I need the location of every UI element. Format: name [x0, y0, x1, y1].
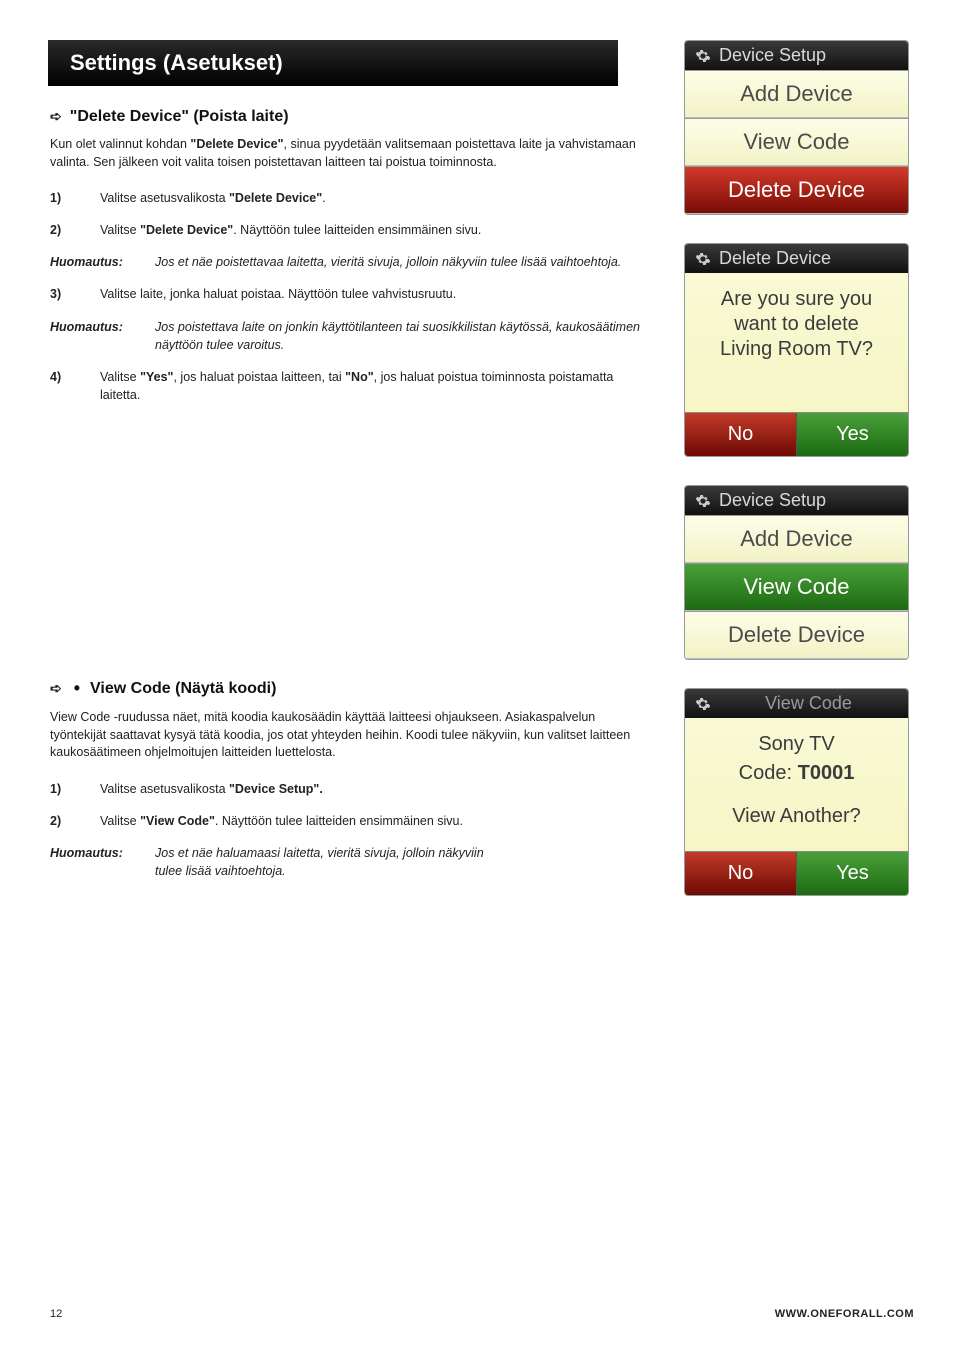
no-button[interactable]: No — [685, 413, 797, 456]
step-text: Valitse asetusvalikosta "Delete Device". — [100, 189, 644, 207]
section-title-delete-device: "Delete Device" (Poista laite) — [50, 108, 644, 126]
sim-header: Delete Device — [685, 244, 908, 273]
yes-button[interactable]: Yes — [797, 852, 908, 895]
menu-item-delete-device[interactable]: Delete Device — [685, 611, 908, 659]
left-column: Settings (Asetukset) "Delete Device" (Po… — [50, 40, 644, 924]
sim-delete-confirm: Delete Device Are you sure you want to d… — [684, 243, 909, 457]
intro-paragraph-2: View Code -ruudussa näet, mitä koodia ka… — [50, 709, 644, 762]
view-code-buttons: No Yes — [685, 851, 908, 895]
step-text: Valitse "View Code". Näyttöön tulee lait… — [100, 812, 644, 830]
yes-button[interactable]: Yes — [797, 413, 908, 456]
sim-view-code: View Code Sony TV Code: T0001 View Anoth… — [684, 688, 909, 896]
sim-header-text: Device Setup — [719, 45, 826, 66]
note-3: Huomautus: Jos et näe haluamaasi laitett… — [50, 844, 644, 880]
page-title: Settings (Asetukset) — [48, 40, 618, 86]
right-column: Device Setup Add Device View Code Delete… — [684, 40, 914, 924]
sim-header: Device Setup — [685, 486, 908, 515]
gear-icon — [695, 251, 711, 267]
intro-paragraph: Kun olet valinnut kohdan "Delete Device"… — [50, 136, 644, 171]
code-body: Sony TV Code: T0001 View Another? — [685, 718, 908, 851]
code-value: T0001 — [798, 762, 855, 784]
note-label: Huomautus: — [50, 318, 155, 354]
note-2: Huomautus: Jos poistettava laite on jonk… — [50, 318, 644, 354]
code-label: Code: — [739, 762, 792, 784]
step-2: 2) Valitse "Delete Device". Näyttöön tul… — [50, 221, 644, 239]
menu-item-add-device[interactable]: Add Device — [685, 70, 908, 118]
step-number: 1) — [50, 780, 100, 798]
step-text: Valitse "Yes", jos haluat poistaa laitte… — [100, 368, 644, 404]
bullet-icon — [70, 678, 82, 699]
gear-icon — [695, 493, 711, 509]
step-3: 3) Valitse laite, jonka haluat poistaa. … — [50, 285, 644, 303]
confirm-text: Are you sure you want to delete Living R… — [685, 273, 908, 412]
note-text: Jos et näe haluamaasi laitetta, vieritä … — [155, 844, 495, 880]
gear-icon — [695, 696, 711, 712]
note-text: Jos poistettava laite on jonkin käyttöti… — [155, 318, 644, 354]
step-number: 2) — [50, 221, 100, 239]
note-text: Jos et näe poistettavaa laitetta, vierit… — [155, 253, 644, 271]
section-title-view-code: View Code (Näytä koodi) — [50, 678, 644, 699]
step-number: 2) — [50, 812, 100, 830]
step-2b: 2) Valitse "View Code". Näyttöön tulee l… — [50, 812, 644, 830]
page-number: 12 — [50, 1308, 62, 1320]
sim-header-text: View Code — [719, 693, 898, 714]
sim-header-text: Delete Device — [719, 248, 831, 269]
footer-url: WWW.ONEFORALL.COM — [775, 1308, 914, 1320]
note-label: Huomautus: — [50, 844, 155, 880]
step-text: Valitse laite, jonka haluat poistaa. Näy… — [100, 285, 644, 303]
note-1: Huomautus: Jos et näe poistettavaa laite… — [50, 253, 644, 271]
menu-item-delete-device[interactable]: Delete Device — [685, 166, 908, 214]
step-number: 1) — [50, 189, 100, 207]
section-title-text: "Delete Device" (Poista laite) — [70, 108, 289, 126]
device-name: Sony TV — [695, 732, 898, 757]
no-button[interactable]: No — [685, 852, 797, 895]
view-another-text: View Another? — [695, 804, 898, 829]
sim-header: Device Setup — [685, 41, 908, 70]
note-label: Huomautus: — [50, 253, 155, 271]
arrow-icon — [50, 680, 62, 698]
step-number: 4) — [50, 368, 100, 386]
step-text: Valitse "Delete Device". Näyttöön tulee … — [100, 221, 644, 239]
step-text: Valitse asetusvalikosta "Device Setup". — [100, 780, 644, 798]
menu-item-view-code[interactable]: View Code — [685, 118, 908, 166]
menu-item-add-device[interactable]: Add Device — [685, 515, 908, 563]
step-1: 1) Valitse asetusvalikosta "Delete Devic… — [50, 189, 644, 207]
arrow-icon — [50, 108, 62, 126]
page-footer: 12 WWW.ONEFORALL.COM — [50, 1308, 914, 1320]
sim-device-setup-1: Device Setup Add Device View Code Delete… — [684, 40, 909, 215]
menu-item-view-code[interactable]: View Code — [685, 563, 908, 611]
section-title-text: View Code (Näytä koodi) — [90, 680, 276, 698]
step-number: 3) — [50, 285, 100, 303]
sim-header-text: Device Setup — [719, 490, 826, 511]
sim-header: View Code — [685, 689, 908, 718]
step-4: 4) Valitse "Yes", jos haluat poistaa lai… — [50, 368, 644, 404]
confirm-buttons: No Yes — [685, 412, 908, 456]
sim-device-setup-2: Device Setup Add Device View Code Delete… — [684, 485, 909, 660]
gear-icon — [695, 48, 711, 64]
step-1b: 1) Valitse asetusvalikosta "Device Setup… — [50, 780, 644, 798]
